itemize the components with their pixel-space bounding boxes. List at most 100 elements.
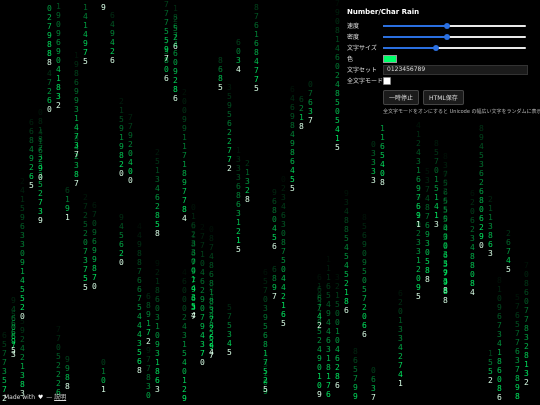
rain-digit: 1 xyxy=(326,264,331,273)
speed-slider[interactable] xyxy=(383,22,526,29)
about-link[interactable]: 説明 xyxy=(54,394,66,401)
speed-slider-thumb[interactable] xyxy=(444,22,451,29)
rain-digit: 4 xyxy=(317,345,322,354)
rain-digit: 6 xyxy=(65,186,70,195)
rain-digit: 8 xyxy=(362,213,367,222)
charset-input[interactable]: 0123456789 xyxy=(383,64,528,75)
color-picker[interactable] xyxy=(383,54,397,63)
rain-digit: 9 xyxy=(173,67,178,76)
rain-digit: 7 xyxy=(83,48,88,57)
rain-digit: 8 xyxy=(56,83,61,92)
rain-digit: 2 xyxy=(20,177,25,186)
rain-digit: 5 xyxy=(425,167,430,176)
rain-digit: 0 xyxy=(182,97,187,106)
rain-digit: 0 xyxy=(497,294,502,303)
rain-digit: 5 xyxy=(263,385,268,394)
rain-digit: 8 xyxy=(47,49,52,58)
rain-digit: 0 xyxy=(335,62,340,71)
rain-digit: 8 xyxy=(470,279,475,288)
rain-digit: 6 xyxy=(191,221,196,230)
rain-digit: 7 xyxy=(317,303,322,312)
rain-digit: 1 xyxy=(182,376,187,385)
rain-digit: 0 xyxy=(47,105,52,114)
rain-digit: 0 xyxy=(47,4,52,13)
rain-digit: 6 xyxy=(236,38,241,47)
rain-digit: 5 xyxy=(182,349,187,358)
rain-digit: 5 xyxy=(2,376,7,385)
rain-digit: 2 xyxy=(416,139,421,148)
save-html-button[interactable]: HTML保存 xyxy=(423,90,464,105)
rain-digit: 8 xyxy=(524,351,529,360)
rain-digit: 8 xyxy=(515,374,520,383)
rain-digit: 6 xyxy=(11,328,16,337)
rain-digit: 8 xyxy=(353,347,358,356)
rain-digit: 8 xyxy=(155,286,160,295)
rain-digit: 0 xyxy=(335,336,340,345)
rain-digit: 0 xyxy=(317,381,322,390)
rain-digit: 9 xyxy=(110,29,115,38)
rain-digit: 2 xyxy=(119,249,124,258)
rain-digit: 0 xyxy=(20,312,25,321)
rain-digit: 4 xyxy=(254,57,259,66)
rain-digit: 6 xyxy=(56,38,61,47)
rain-digit: 4 xyxy=(470,288,475,297)
rain-digit: 8 xyxy=(182,205,187,214)
rain-digit: 8 xyxy=(146,373,151,382)
rain-digit: 8 xyxy=(497,357,502,366)
rain-digit: 6 xyxy=(137,285,142,294)
rain-digit: 0 xyxy=(191,203,196,212)
rain-digit: 3 xyxy=(155,313,160,322)
font-size-slider-thumb[interactable] xyxy=(432,44,439,51)
rain-digit: 5 xyxy=(353,365,358,374)
rain-digit: 9 xyxy=(92,255,97,264)
rain-digit: 3 xyxy=(488,222,493,231)
rain-digit: 7 xyxy=(497,321,502,330)
rain-digit: 6 xyxy=(155,193,160,202)
rain-digit: 5 xyxy=(380,151,385,160)
rain-digit: 0 xyxy=(173,58,178,67)
rain-digit: 1 xyxy=(20,362,25,371)
rain-digit: 7 xyxy=(515,329,520,338)
font-size-slider[interactable] xyxy=(383,44,526,51)
rain-digit: 0 xyxy=(56,56,61,65)
pause-button[interactable]: 一時停止 xyxy=(383,90,420,105)
rain-digit: 6 xyxy=(497,393,502,402)
rain-digit: 4 xyxy=(479,142,484,151)
rain-digit: 0 xyxy=(92,219,97,228)
rain-digit: 9 xyxy=(74,96,79,105)
rain-digit: 1 xyxy=(146,319,151,328)
rain-digit: 6 xyxy=(443,251,448,260)
rain-digit: 0 xyxy=(371,140,376,149)
rain-digit: 9 xyxy=(74,87,79,96)
rain-digit: 8 xyxy=(218,74,223,83)
rain-digit: 5 xyxy=(20,204,25,213)
rain-digit: 1 xyxy=(209,288,214,297)
rain-digit: 5 xyxy=(434,184,439,193)
rain-digit: 4 xyxy=(434,202,439,211)
rain-digit: 9 xyxy=(353,383,358,392)
rain-digit: 8 xyxy=(479,124,484,133)
rain-digit: 8 xyxy=(65,382,70,391)
rain-digit: 6 xyxy=(326,282,331,291)
rain-digit: 4 xyxy=(344,243,349,252)
rain-digit: 9 xyxy=(155,259,160,268)
rain-digit: 4 xyxy=(398,343,403,352)
rain-digit: 9 xyxy=(443,278,448,287)
rain-digit: 2 xyxy=(524,378,529,387)
rain-digit: 1 xyxy=(380,124,385,133)
rain-digit: 8 xyxy=(425,203,430,212)
density-slider[interactable] xyxy=(383,33,526,40)
rain-digit: 8 xyxy=(209,234,214,243)
rain-digit: 5 xyxy=(515,293,520,302)
rain-digit: 2 xyxy=(182,313,187,322)
rain-digit: 4 xyxy=(29,145,34,154)
rain-digit: 0 xyxy=(335,107,340,116)
rain-digit: 5 xyxy=(83,274,88,283)
rain-digit: 2 xyxy=(200,286,205,295)
rain-digit: 4 xyxy=(290,166,295,175)
density-slider-thumb[interactable] xyxy=(444,33,451,40)
all-chars-checkbox[interactable] xyxy=(383,76,391,85)
rain-digit: 6 xyxy=(326,390,331,399)
rain-digit: 5 xyxy=(11,310,16,319)
rain-digit: 9 xyxy=(263,313,268,322)
